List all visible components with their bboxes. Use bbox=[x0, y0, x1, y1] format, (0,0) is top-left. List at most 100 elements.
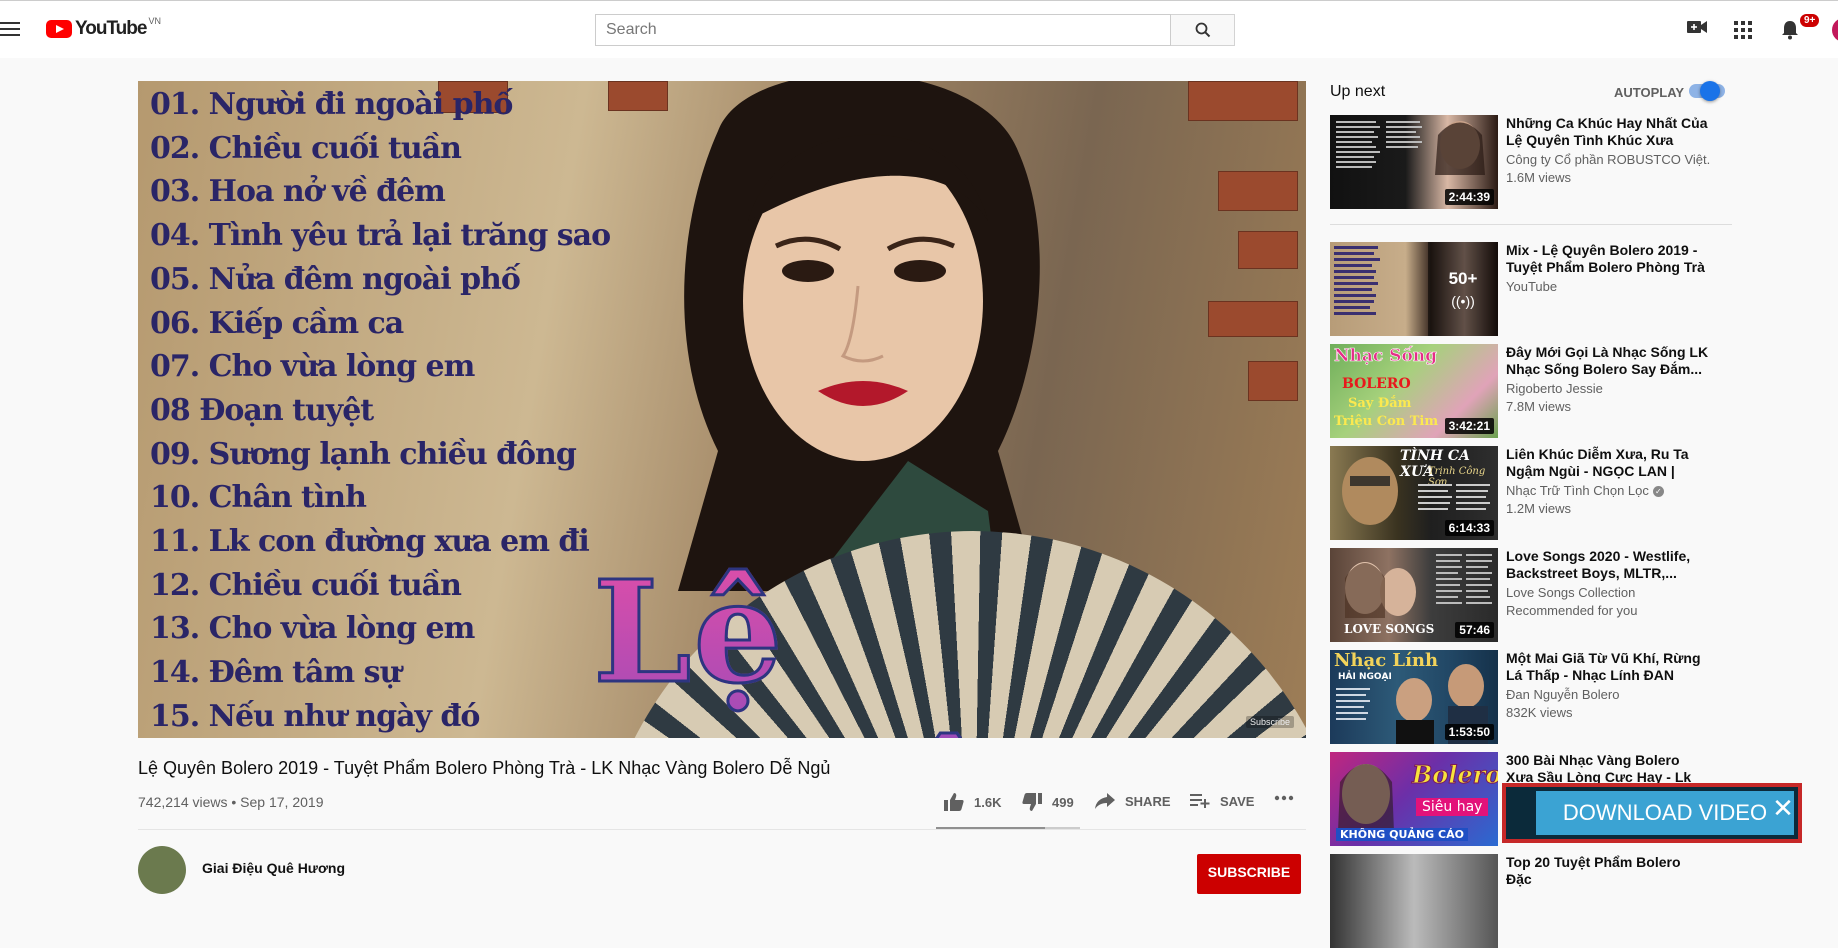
logo-text: YouTube bbox=[75, 18, 147, 39]
video-title[interactable]: Top 20 Tuyệt Phẩm Bolero Đặc bbox=[1506, 854, 1710, 888]
view-count: 1.6M views bbox=[1506, 170, 1572, 185]
track-line: 09. Sương lạnh chiều đông bbox=[150, 436, 577, 472]
brick-decoration bbox=[1218, 171, 1298, 211]
recommended-video[interactable]: 2:44:39 Những Ca Khúc Hay Nhất Của Lệ Qu… bbox=[1330, 115, 1750, 209]
video-title: Lệ Quyên Bolero 2019 - Tuyệt Phẩm Bolero… bbox=[138, 758, 831, 778]
channel-name[interactable]: Nhạc Trữ Tình Chọn Lọc ✓ bbox=[1506, 483, 1710, 498]
video-duration: 57:46 bbox=[1455, 622, 1494, 638]
video-meta: 742,214 views • Sep 17, 2019 bbox=[138, 794, 324, 810]
video-title[interactable]: Đây Mới Gọi Là Nhạc Sống LK Nhạc Sống Bo… bbox=[1506, 344, 1710, 378]
masthead: YouTube VN 9+ bbox=[0, 0, 1838, 58]
track-line: 13. Cho vừa lòng em bbox=[150, 611, 475, 647]
share-label: SHARE bbox=[1125, 793, 1171, 809]
track-line: 02. Chiều cuối tuần bbox=[150, 130, 462, 166]
channel-name-text: Nhạc Trữ Tình Chọn Lọc bbox=[1506, 483, 1649, 498]
channel-name[interactable]: Công ty Cổ phần ROBUSTCO Việt... bbox=[1506, 152, 1710, 167]
search-box[interactable] bbox=[595, 14, 1171, 46]
video-thumbnail[interactable]: LOVE SONGS 57:46 bbox=[1330, 548, 1498, 642]
singer-portrait bbox=[678, 81, 1040, 591]
brick-decoration bbox=[1188, 81, 1298, 121]
download-video-button[interactable]: DOWNLOAD VIDEO bbox=[1536, 791, 1794, 835]
autoplay-toggle-knob[interactable] bbox=[1700, 81, 1720, 101]
channel-name[interactable]: Giai Điệu Quê Hương bbox=[202, 860, 345, 876]
close-icon[interactable]: ✕ bbox=[1772, 795, 1794, 821]
track-line: 03. Hoa nở về đêm bbox=[150, 174, 446, 210]
video-thumbnail[interactable]: Nhạc Sống BOLERO Say Đắm Triệu Con Tim 3… bbox=[1330, 344, 1498, 438]
recommended-video[interactable]: Top 20 Tuyệt Phẩm Bolero Đặc bbox=[1330, 854, 1750, 948]
recommended-video[interactable]: Nhạc Lính HẢI NGOẠI 1:53:50 Một Mai Giã … bbox=[1330, 650, 1750, 744]
video-title[interactable]: Liên Khúc Diễm Xưa, Ru Ta Ngậm Ngùi - NG… bbox=[1506, 446, 1710, 480]
video-duration: 2:44:39 bbox=[1444, 189, 1494, 205]
channel-name[interactable]: Đan Nguyễn Bolero bbox=[1506, 687, 1710, 702]
account-avatar[interactable] bbox=[1832, 18, 1838, 42]
channel-avatar[interactable] bbox=[138, 846, 186, 894]
search-input[interactable] bbox=[606, 21, 1170, 39]
brick-decoration bbox=[1208, 301, 1298, 337]
video-player[interactable]: 01. Người đi ngoài phố 02. Chiều cuối tu… bbox=[138, 81, 1306, 738]
video-title[interactable]: Những Ca Khúc Hay Nhất Của Lệ Quyên Tình… bbox=[1506, 115, 1710, 149]
view-count: 7.8M views bbox=[1506, 399, 1572, 414]
bell-icon[interactable] bbox=[1781, 20, 1799, 45]
menu-icon[interactable] bbox=[0, 20, 22, 38]
recommended-video[interactable]: Nhạc Sống BOLERO Say Đắm Triệu Con Tim 3… bbox=[1330, 344, 1750, 438]
save-label: SAVE bbox=[1220, 793, 1255, 809]
channel-name[interactable]: Rigoberto Jessie bbox=[1506, 381, 1710, 396]
apps-grid-icon[interactable] bbox=[1734, 21, 1752, 44]
video-thumbnail[interactable] bbox=[1330, 854, 1498, 948]
broadcast-icon: ((•)) bbox=[1451, 293, 1475, 309]
track-line: 11. Lk con đường xưa em đi bbox=[150, 524, 590, 560]
video-thumbnail[interactable]: 2:44:39 bbox=[1330, 115, 1498, 209]
video-title[interactable]: Love Songs 2020 - Westlife, Backstreet B… bbox=[1506, 548, 1710, 582]
thumbs-up-icon bbox=[944, 793, 964, 811]
share-button[interactable]: SHARE bbox=[1095, 793, 1171, 809]
search-icon bbox=[1195, 22, 1210, 38]
video-duration: 3:42:21 bbox=[1444, 418, 1494, 434]
brick-decoration bbox=[1238, 231, 1298, 269]
dislike-button[interactable]: 499 bbox=[1022, 793, 1074, 811]
divider bbox=[1330, 224, 1732, 225]
track-line: 05. Nửa đêm ngoài phố bbox=[150, 261, 521, 297]
share-icon bbox=[1095, 793, 1115, 809]
video-title[interactable]: 300 Bài Nhạc Vàng Bolero Xưa Sầu Lòng Cự… bbox=[1506, 752, 1710, 786]
recommended-video[interactable]: LOVE SONGS 57:46 Love Songs 2020 - Westl… bbox=[1330, 548, 1750, 642]
like-button[interactable]: 1.6K bbox=[944, 793, 1001, 811]
subscribe-watermark[interactable]: Subscribe bbox=[1245, 716, 1294, 728]
channel-name[interactable]: YouTube bbox=[1506, 279, 1710, 294]
mix-overlay: 50+ ((•)) bbox=[1428, 242, 1498, 336]
channel-name[interactable]: Love Songs Collection bbox=[1506, 585, 1710, 600]
download-overlay: DOWNLOAD VIDEO ✕ bbox=[1502, 783, 1802, 843]
view-count: 832K views bbox=[1506, 705, 1573, 720]
artist-name-art: Lệ Quyên bbox=[592, 550, 1306, 739]
thumbnail-text: KHÔNG QUẢNG CÁO bbox=[1336, 828, 1468, 841]
youtube-logo[interactable]: YouTube VN bbox=[46, 16, 161, 40]
video-thumbnail[interactable]: 50+ ((•)) bbox=[1330, 242, 1498, 336]
recommended-mix[interactable]: 50+ ((•)) Mix - Lệ Quyên Bolero 2019 - T… bbox=[1330, 242, 1750, 336]
verified-icon: ✓ bbox=[1652, 486, 1664, 498]
video-thumbnail[interactable]: TÌNH CA XƯA Trịnh Công Sơn 6:14:33 bbox=[1330, 446, 1498, 540]
thumbnail-text: Say Đắm bbox=[1348, 396, 1412, 411]
video-title[interactable]: Một Mai Giã Từ Vũ Khí, Rừng Lá Thấp - Nh… bbox=[1506, 650, 1710, 684]
thumbnail-text: Siêu hay bbox=[1416, 798, 1489, 816]
create-video-icon[interactable] bbox=[1686, 19, 1708, 40]
video-title[interactable]: Mix - Lệ Quyên Bolero 2019 - Tuyệt Phẩm … bbox=[1506, 242, 1710, 276]
track-line: 04. Tình yêu trả lại trăng sao bbox=[150, 218, 611, 254]
subscribe-button[interactable]: SUBSCRIBE bbox=[1197, 854, 1301, 894]
add-to-playlist-icon bbox=[1190, 794, 1210, 808]
thumbnail-text: LOVE SONGS bbox=[1344, 622, 1435, 636]
thumbs-down-icon bbox=[1022, 793, 1042, 811]
thumbnail-text: Bolero bbox=[1411, 760, 1498, 790]
track-line: 01. Người đi ngoài phố bbox=[150, 87, 513, 122]
video-thumbnail[interactable]: Nhạc Lính HẢI NGOẠI 1:53:50 bbox=[1330, 650, 1498, 744]
dislike-count: 499 bbox=[1052, 794, 1074, 810]
more-actions-button[interactable] bbox=[1274, 795, 1294, 801]
notification-badge: 9+ bbox=[1800, 14, 1820, 27]
like-count: 1.6K bbox=[974, 794, 1002, 810]
more-horizontal-icon bbox=[1274, 795, 1294, 801]
save-button[interactable]: SAVE bbox=[1190, 793, 1254, 809]
up-next-label: Up next bbox=[1330, 83, 1386, 100]
recommended-video[interactable]: TÌNH CA XƯA Trịnh Công Sơn 6:14:33 Liên … bbox=[1330, 446, 1750, 540]
recommendation-note: Recommended for you bbox=[1506, 603, 1638, 618]
logo-region: VN bbox=[148, 16, 161, 26]
search-button[interactable] bbox=[1171, 14, 1235, 46]
video-thumbnail[interactable]: Bolero Siêu hay KHÔNG QUẢNG CÁO bbox=[1330, 752, 1498, 846]
